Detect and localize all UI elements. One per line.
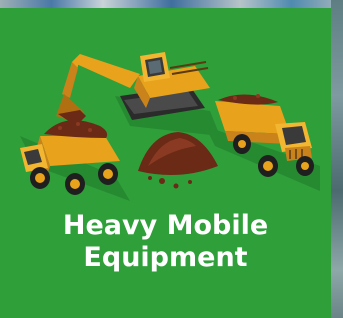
background-strip-top [0, 0, 343, 8]
background-strip-right [331, 0, 343, 318]
card-title: Heavy Mobile Equipment [0, 210, 331, 274]
excavator-and-dump-trucks-icon [20, 52, 320, 201]
heavy-mobile-equipment-card[interactable]: Heavy Mobile Equipment [0, 8, 331, 318]
card-title-line-1: Heavy Mobile [62, 210, 269, 241]
card-title-line-2: Equipment [83, 242, 248, 273]
